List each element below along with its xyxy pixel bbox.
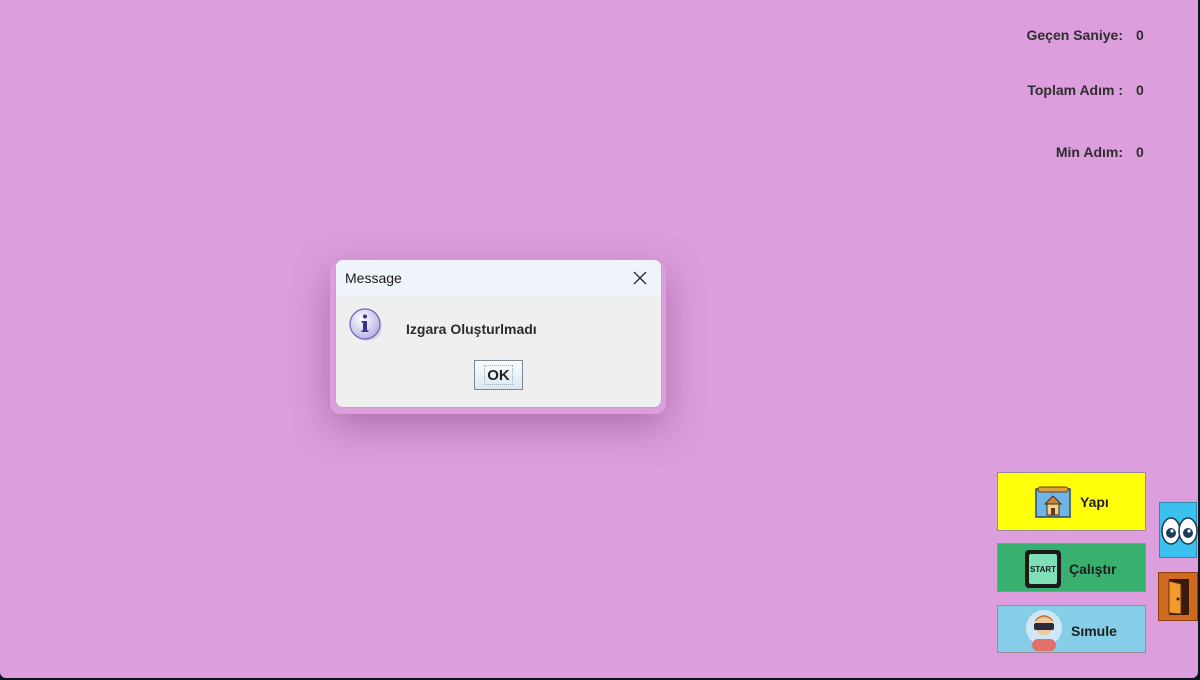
total-steps-label: Toplam Adım : xyxy=(1027,82,1123,98)
run-button[interactable]: START Çalıştır xyxy=(997,543,1146,592)
dialog-message: Izgara Oluşturlmadı xyxy=(406,321,537,337)
vr-headset-person-icon xyxy=(1024,609,1064,656)
start-icon: START xyxy=(1023,548,1063,595)
min-steps-value: 0 xyxy=(1136,144,1144,160)
build-button[interactable]: Yapı xyxy=(997,472,1146,531)
svg-text:START: START xyxy=(1030,565,1056,574)
min-steps-label: Min Adım: xyxy=(1055,144,1123,160)
dialog-title: Message xyxy=(345,270,402,286)
ok-button[interactable]: OK xyxy=(474,360,523,390)
simulate-button-label: Sımule xyxy=(1071,623,1117,639)
info-icon xyxy=(349,308,383,347)
elapsed-seconds-value: 0 xyxy=(1136,27,1144,43)
build-button-label: Yapı xyxy=(1080,494,1109,510)
run-button-label: Çalıştır xyxy=(1069,561,1117,577)
close-icon[interactable] xyxy=(627,265,653,291)
app-window: Geçen Saniye: 0 Toplam Adım : 0 Min Adım… xyxy=(0,0,1198,678)
eyes-button[interactable] xyxy=(1159,502,1198,558)
elapsed-seconds-label: Geçen Saniye: xyxy=(1026,27,1124,43)
dialog-titlebar[interactable]: Message xyxy=(336,260,661,297)
house-blueprint-icon xyxy=(1034,484,1072,525)
total-steps-value: 0 xyxy=(1136,82,1144,98)
door-icon xyxy=(1167,578,1191,621)
eyes-icon xyxy=(1160,513,1198,554)
message-dialog: Message Izgara Oluşturlmadı OK xyxy=(335,259,662,408)
simulate-button[interactable]: Sımule xyxy=(997,605,1146,653)
ok-button-label: OK xyxy=(487,366,510,384)
exit-button[interactable] xyxy=(1158,572,1198,621)
